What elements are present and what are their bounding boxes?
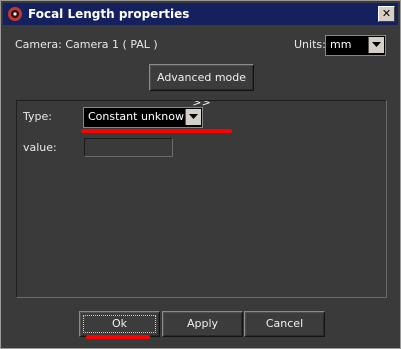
type-dropdown[interactable]: Constant unknown — [83, 107, 203, 128]
annotation-underline-ok — [86, 335, 150, 339]
apply-button[interactable]: Apply — [162, 311, 243, 337]
app-icon — [8, 7, 22, 21]
chevron-down-icon[interactable] — [368, 37, 384, 53]
chevron-down-icon[interactable] — [185, 109, 201, 125]
type-value: Constant unknown — [88, 110, 191, 123]
camera-label: Camera: Camera 1 ( PAL ) — [15, 38, 158, 51]
value-input[interactable] — [84, 138, 173, 157]
close-icon: ✕ — [381, 7, 392, 20]
units-dropdown[interactable]: mm — [325, 35, 386, 56]
title-bar[interactable]: Focal Length properties ✕ — [3, 3, 398, 25]
value-label: value: — [23, 141, 57, 154]
close-button[interactable]: ✕ — [378, 6, 395, 22]
units-value: mm — [330, 38, 352, 51]
window-title: Focal Length properties — [28, 7, 190, 21]
annotation-underline-type — [81, 129, 232, 133]
dialog-window: Focal Length properties ✕ Camera: Camera… — [0, 0, 401, 349]
advanced-mode-button[interactable]: Advanced mode >> — [149, 64, 254, 109]
cancel-button[interactable]: Cancel — [244, 311, 325, 337]
type-label: Type: — [23, 110, 52, 123]
units-label: Units: — [294, 38, 326, 51]
ok-button[interactable]: Ok — [79, 311, 160, 337]
focus-rectangle — [83, 315, 156, 333]
